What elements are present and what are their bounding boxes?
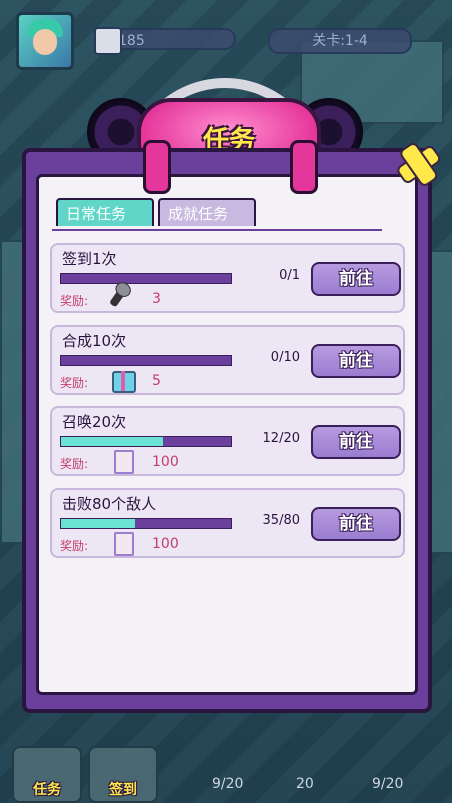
nav-task-label: 任务: [33, 782, 61, 798]
scroll-icon: [110, 530, 134, 556]
scroll-shape: [114, 450, 134, 474]
task-title: 击败80个敌人: [62, 495, 157, 513]
avatar-face: [33, 29, 57, 55]
go-button[interactable]: 前往: [311, 344, 401, 378]
tab-daily[interactable]: 日常任务: [56, 198, 154, 226]
coin-icon: [94, 27, 122, 55]
bottom-nav: 任务 签到 9/20 20 9/20: [0, 718, 452, 803]
task-title: 合成10次: [62, 332, 127, 350]
progress-fill: [61, 519, 136, 528]
reward-value: 5: [152, 373, 161, 389]
progress-bar: [60, 518, 232, 529]
task-title: 召唤20次: [62, 413, 127, 431]
nav-count: 9/20: [212, 776, 244, 792]
tab-divider: [52, 229, 382, 231]
task-item: 合成10次 0/10 奖励: 5 前往: [50, 325, 405, 395]
nav-task-button[interactable]: 任务: [12, 746, 82, 803]
top-bar: 185 关卡:1-4: [0, 0, 452, 90]
nav-count: 20: [296, 776, 314, 792]
nav-count: 9/20: [372, 776, 404, 792]
progress-text: 12/20: [262, 431, 300, 446]
gift-box-icon: [110, 367, 136, 393]
progress-fill: [61, 437, 163, 446]
tab-achievement[interactable]: 成就任务: [158, 198, 256, 226]
reward-label: 奖励:: [60, 376, 89, 390]
gift-box-shape: [112, 371, 136, 393]
progress-bar: [60, 436, 232, 447]
level-indicator: 关卡:1-4: [268, 28, 412, 54]
nav-checkin-label: 签到: [109, 782, 137, 798]
earcup-right-icon: [290, 140, 318, 194]
progress-text: 0/10: [270, 350, 300, 365]
earcup-left-icon: [143, 140, 171, 194]
task-title: 签到1次: [62, 250, 117, 268]
reward-label: 奖励:: [60, 294, 89, 308]
coin-counter: 185: [94, 27, 236, 55]
coin-value: 185: [118, 33, 145, 49]
reward-value: 100: [152, 454, 179, 470]
nav-checkin-button[interactable]: 签到: [88, 746, 158, 803]
task-item: 击败80个敌人 35/80 奖励: 100 前往: [50, 488, 405, 558]
level-text: 关卡:1-4: [312, 33, 368, 49]
go-button[interactable]: 前往: [311, 262, 401, 296]
progress-text: 35/80: [262, 513, 300, 528]
reward-label: 奖励:: [60, 457, 89, 471]
scroll-icon: [110, 448, 134, 474]
microphone-icon: [108, 285, 134, 309]
reward-value: 3: [152, 291, 161, 307]
progress-text: 0/1: [279, 268, 300, 283]
reward-label: 奖励:: [60, 539, 89, 553]
reward-value: 100: [152, 536, 179, 552]
microphone-shape: [108, 286, 128, 308]
task-item: 签到1次 0/1 奖励: 3 前往: [50, 243, 405, 313]
progress-bar: [60, 355, 232, 366]
progress-bar: [60, 273, 232, 284]
scroll-shape: [114, 532, 134, 556]
player-avatar[interactable]: [16, 12, 74, 70]
go-button[interactable]: 前往: [311, 507, 401, 541]
task-item: 召唤20次 12/20 奖励: 100 前往: [50, 406, 405, 476]
go-button[interactable]: 前往: [311, 425, 401, 459]
